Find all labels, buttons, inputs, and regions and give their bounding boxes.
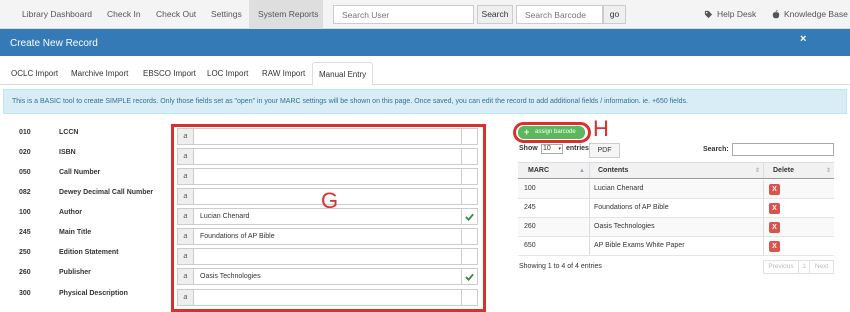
contents-cell: Foundations of AP Bible xyxy=(594,204,669,211)
assign-barcode-label: assign barcode xyxy=(535,129,576,135)
delete-button[interactable]: X xyxy=(769,222,780,233)
close-button[interactable]: × xyxy=(800,33,806,45)
annotation-label-h: H xyxy=(593,116,609,141)
pagination-page[interactable]: 1 xyxy=(799,260,810,274)
field-label: Edition Statement xyxy=(59,249,119,256)
tab-loc-import[interactable]: LOC Import xyxy=(207,62,248,85)
column-divider xyxy=(589,163,590,178)
table-row: 650 AP Bible Exams White Paper X xyxy=(518,237,834,256)
tab-ebsco-import[interactable]: EBSCO Import xyxy=(143,62,196,85)
tab-manual-entry[interactable]: Manual Entry xyxy=(312,62,374,86)
field-tag: 300 xyxy=(19,290,31,297)
apple-icon xyxy=(772,10,780,19)
contents-cell: Lucian Chenard xyxy=(594,185,644,192)
search-barcode-input[interactable] xyxy=(516,5,603,24)
field-tag: 020 xyxy=(19,149,31,156)
column-divider xyxy=(589,199,590,217)
column-divider xyxy=(763,218,764,236)
column-header-contents[interactable]: Contents xyxy=(598,163,628,179)
column-divider xyxy=(763,180,764,198)
search-label: Search: xyxy=(703,146,729,153)
entries-length-value: 10 xyxy=(543,145,551,152)
search-user-input[interactable] xyxy=(333,5,474,24)
show-label: Show xyxy=(519,145,538,152)
table-row: 260 Oasis Technologies X xyxy=(518,218,834,237)
marc-cell: 650 xyxy=(524,242,536,249)
marc-cell: 100 xyxy=(524,185,536,192)
field-label: Physical Description xyxy=(59,290,128,297)
field-tag: 250 xyxy=(19,249,31,256)
go-button[interactable]: go xyxy=(603,5,626,24)
help-desk-link[interactable]: Help Desk xyxy=(704,0,756,29)
field-label: Dewey Decimal Call Number xyxy=(59,189,154,196)
table-search-input[interactable] xyxy=(732,143,834,156)
info-alert: This is a BASIC tool to create SIMPLE re… xyxy=(3,89,847,114)
sort-icon: ⇕ xyxy=(826,168,832,174)
column-divider xyxy=(589,180,590,198)
nav-library-dashboard[interactable]: Library Dashboard xyxy=(22,0,92,29)
contents-cell: Oasis Technologies xyxy=(594,223,655,230)
dropdown-arrow-icon: ▾ xyxy=(558,146,561,152)
contents-cell: AP Bible Exams White Paper xyxy=(594,242,685,249)
column-divider xyxy=(763,163,764,178)
tab-oclc-import[interactable]: OCLC Import xyxy=(11,62,58,85)
tab-marchive-import[interactable]: Marchive Import xyxy=(71,62,128,85)
nav-settings[interactable]: Settings xyxy=(211,0,242,29)
column-divider xyxy=(763,199,764,217)
column-divider xyxy=(589,218,590,236)
field-label: Call Number xyxy=(59,169,101,176)
entries-label: entries xyxy=(566,145,589,152)
tag-icon xyxy=(704,10,713,19)
pagination-next[interactable]: Next xyxy=(810,260,834,274)
field-tag: 050 xyxy=(19,169,31,176)
sort-icon: ⇕ xyxy=(755,168,761,174)
entries-length-select[interactable]: 10 ▾ xyxy=(541,144,563,154)
field-label: Publisher xyxy=(59,269,91,276)
field-label: LCCN xyxy=(59,129,79,136)
delete-button[interactable]: X xyxy=(769,184,780,195)
column-divider xyxy=(589,237,590,255)
field-label: ISBN xyxy=(59,149,76,156)
field-tag: 082 xyxy=(19,189,31,196)
sort-asc-icon: ▲ xyxy=(579,168,585,174)
search-user-button[interactable]: Search xyxy=(477,5,513,24)
nav-check-in[interactable]: Check In xyxy=(107,0,141,29)
field-tag: 245 xyxy=(19,229,31,236)
field-label: Main Title xyxy=(59,229,92,236)
assign-barcode-button[interactable]: + assign barcode xyxy=(518,126,585,139)
marc-cell: 260 xyxy=(524,223,536,230)
nav-system-reports[interactable]: System Reports xyxy=(249,0,323,29)
column-header-marc[interactable]: MARC xyxy=(528,163,549,179)
tab-raw-import[interactable]: RAW Import xyxy=(262,62,305,85)
table-row: 245 Foundations of AP Bible X xyxy=(518,199,834,218)
table-row: 100 Lucian Chenard X xyxy=(518,180,834,199)
column-header-delete[interactable]: Delete xyxy=(773,163,794,179)
modal-title: Create New Record xyxy=(10,38,98,49)
knowledge-base-label: Knowledge Base xyxy=(784,9,848,19)
pdf-button[interactable]: PDF xyxy=(589,143,620,158)
column-divider xyxy=(763,237,764,255)
table-info: Showing 1 to 4 of 4 entries xyxy=(519,263,602,270)
nav-check-out[interactable]: Check Out xyxy=(156,0,196,29)
pagination-previous[interactable]: Previous xyxy=(763,260,799,274)
field-tag: 260 xyxy=(19,269,31,276)
field-tag: 010 xyxy=(19,129,31,136)
table-header: MARC ▲ Contents ⇕ Delete ⇕ xyxy=(518,162,834,179)
help-desk-label: Help Desk xyxy=(717,9,757,19)
delete-button[interactable]: X xyxy=(769,241,780,252)
modal-header: Create New Record × xyxy=(0,29,850,56)
annotation-label-g: G xyxy=(321,188,339,213)
marc-cell: 245 xyxy=(524,204,536,211)
import-tabs: OCLC Import Marchive Import EBSCO Import… xyxy=(0,60,850,86)
top-navbar: Library Dashboard Check In Check Out Set… xyxy=(0,0,850,29)
field-label: Author xyxy=(59,209,82,216)
plus-icon: + xyxy=(524,127,530,137)
field-tag: 100 xyxy=(19,209,31,216)
annotation-box-g xyxy=(171,124,486,312)
delete-button[interactable]: X xyxy=(769,203,780,214)
knowledge-base-link[interactable]: Knowledge Base xyxy=(772,0,848,29)
